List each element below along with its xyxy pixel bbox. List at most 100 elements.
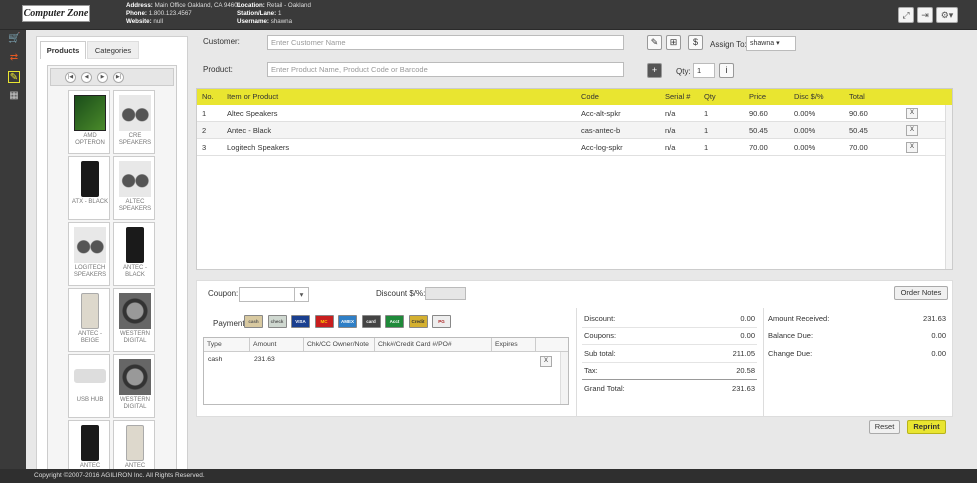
- customer-label: Customer:: [203, 37, 240, 46]
- remove-item-button[interactable]: X: [906, 108, 918, 119]
- order-notes-button[interactable]: Order Notes: [894, 286, 948, 300]
- product-tile[interactable]: WESTERN DIGITAL: [113, 354, 155, 418]
- cell-item: Logitech Speakers: [227, 143, 290, 152]
- grid-scrollbar[interactable]: [945, 105, 952, 269]
- phone-value: 1.800.123.4567: [148, 10, 192, 17]
- assign-select[interactable]: shawna ▾: [746, 36, 796, 51]
- summary-value: 211.05: [732, 349, 755, 358]
- product-info-button[interactable]: i: [719, 63, 734, 78]
- payment-method-card-icon[interactable]: card: [361, 315, 381, 328]
- product-tile[interactable]: ANTEC: [68, 420, 110, 470]
- discount-label: Discount $/%:: [376, 289, 426, 298]
- cell-serial: n/a: [665, 109, 676, 118]
- product-image: [119, 95, 151, 131]
- product-tile[interactable]: ATX - BLACK: [68, 156, 110, 220]
- edit-order-icon[interactable]: ✎: [8, 71, 20, 83]
- cart-icon[interactable]: 🛒: [8, 33, 20, 45]
- coupon-select[interactable]: ▾: [239, 287, 309, 302]
- assign-value: shawna: [750, 40, 775, 47]
- username-value: shawna: [270, 18, 293, 25]
- payment-scrollbar[interactable]: [560, 352, 568, 404]
- add-product-button[interactable]: +: [647, 63, 662, 78]
- product-tile-label: ATX - BLACK: [71, 199, 109, 205]
- divider: [576, 308, 577, 416]
- transfer-icon[interactable]: ⇄: [8, 52, 20, 64]
- col-price: Price: [749, 92, 767, 101]
- product-tile-label: WESTERN DIGITAL: [120, 397, 150, 410]
- last-page-icon[interactable]: ▶|: [113, 72, 124, 83]
- left-nav: 🛒 ⇄ ✎ ▦: [0, 30, 26, 470]
- username-label: Username:: [237, 18, 269, 25]
- chevron-down-icon: ▾: [294, 288, 308, 301]
- address-label: Address:: [126, 2, 153, 9]
- summary-divider: [582, 362, 757, 363]
- settings-button[interactable]: ⚙▾: [936, 7, 958, 23]
- discount-input[interactable]: [425, 287, 466, 300]
- payment-method-mc-icon[interactable]: MC: [314, 315, 334, 328]
- product-tile[interactable]: ANTEC - BLACK: [113, 222, 155, 286]
- grid-header: No. Item or Product Code Serial # Qty Pr…: [197, 89, 952, 105]
- summary-label: Discount:: [584, 314, 616, 323]
- table-icon[interactable]: ▦: [8, 90, 20, 102]
- summary-divider: [582, 379, 757, 380]
- product-tile[interactable]: ALTEC SPEAKERS: [113, 156, 155, 220]
- col-no: No.: [202, 92, 214, 101]
- payment-method-amex-icon[interactable]: AMEX: [338, 315, 357, 328]
- received-label: Amount Received:: [768, 314, 830, 323]
- product-tile[interactable]: ANTEC - BEIGE: [68, 288, 110, 352]
- cell-no: 3: [202, 143, 207, 152]
- add-customer-button[interactable]: ⊞: [666, 35, 681, 50]
- product-tile[interactable]: WESTERN DIGITAL: [113, 288, 155, 352]
- reprint-button[interactable]: Reprint: [907, 420, 946, 434]
- payment-method-acct-icon[interactable]: Acct: [385, 315, 404, 328]
- product-tile-label: CRE SPEAKERS: [118, 133, 152, 146]
- pay-type: cash: [208, 356, 223, 363]
- company-logo: Computer Zone: [22, 5, 90, 22]
- product-tile[interactable]: USB HUB: [68, 354, 110, 418]
- cell-no: 2: [202, 126, 207, 135]
- coupon-label: Coupon:: [208, 289, 239, 298]
- edit-customer-button[interactable]: ✎: [647, 35, 662, 50]
- table-row[interactable]: 1 Altec Speakers Acc-alt-spkr n/a 1 90.60 0.00…: [197, 105, 945, 122]
- tab-products[interactable]: Products: [40, 41, 86, 59]
- payment-method-pg-icon[interactable]: PG: [432, 315, 451, 328]
- product-tile[interactable]: LOGITECH SPEAKERS: [68, 222, 110, 286]
- product-tile[interactable]: ANTEC: [113, 420, 155, 470]
- price-button[interactable]: $: [688, 35, 703, 50]
- pay-amount[interactable]: 231.63: [254, 356, 275, 363]
- remove-payment-button[interactable]: X: [540, 356, 552, 367]
- cell-code: Acc-log-spkr: [581, 143, 623, 152]
- payment-method-credit-icon[interactable]: Credit: [408, 315, 428, 328]
- product-input[interactable]: Enter Product Name, Product Code or Barc…: [267, 62, 624, 77]
- product-tile[interactable]: CRE SPEAKERS: [113, 90, 155, 154]
- payment-method-check-icon[interactable]: check: [267, 315, 287, 328]
- cell-no: 1: [202, 109, 207, 118]
- table-row[interactable]: 2 Antec - Black cas-antec-b n/a 1 50.45 0.00% 5…: [197, 122, 945, 139]
- summary-value: 231.63: [732, 384, 755, 393]
- product-tile[interactable]: AMD OPTERON: [68, 90, 110, 154]
- next-page-icon[interactable]: ▶: [97, 72, 108, 83]
- reset-button[interactable]: Reset: [869, 420, 900, 434]
- tab-categories[interactable]: Categories: [87, 41, 139, 59]
- received-label: Balance Due:: [768, 331, 814, 340]
- cell-code: cas-antec-b: [581, 126, 621, 135]
- product-image: [74, 227, 106, 263]
- customer-input[interactable]: Enter Customer Name: [267, 35, 624, 50]
- received-value: 231.63: [923, 314, 946, 323]
- col-total: Total: [849, 92, 865, 101]
- summary-label: Sub total:: [584, 349, 616, 358]
- remove-item-button[interactable]: X: [906, 142, 918, 153]
- remove-item-button[interactable]: X: [906, 125, 918, 136]
- fullscreen-button[interactable]: ⤢: [898, 7, 914, 23]
- cell-code: Acc-alt-spkr: [581, 109, 621, 118]
- payment-method-cash-icon[interactable]: cash: [244, 315, 263, 328]
- table-row[interactable]: 3 Logitech Speakers Acc-log-spkr n/a 1 70.00 0…: [197, 139, 945, 156]
- cell-total: 70.00: [849, 143, 868, 152]
- payment-method-visa-icon[interactable]: VISA: [291, 315, 310, 328]
- pay-col-expires: Expires: [492, 338, 536, 352]
- first-page-icon[interactable]: |◀: [65, 72, 76, 83]
- logout-button[interactable]: ⇥: [917, 7, 933, 23]
- qty-input[interactable]: 1: [693, 63, 715, 78]
- prev-page-icon[interactable]: ◀: [81, 72, 92, 83]
- cell-item: Altec Speakers: [227, 109, 278, 118]
